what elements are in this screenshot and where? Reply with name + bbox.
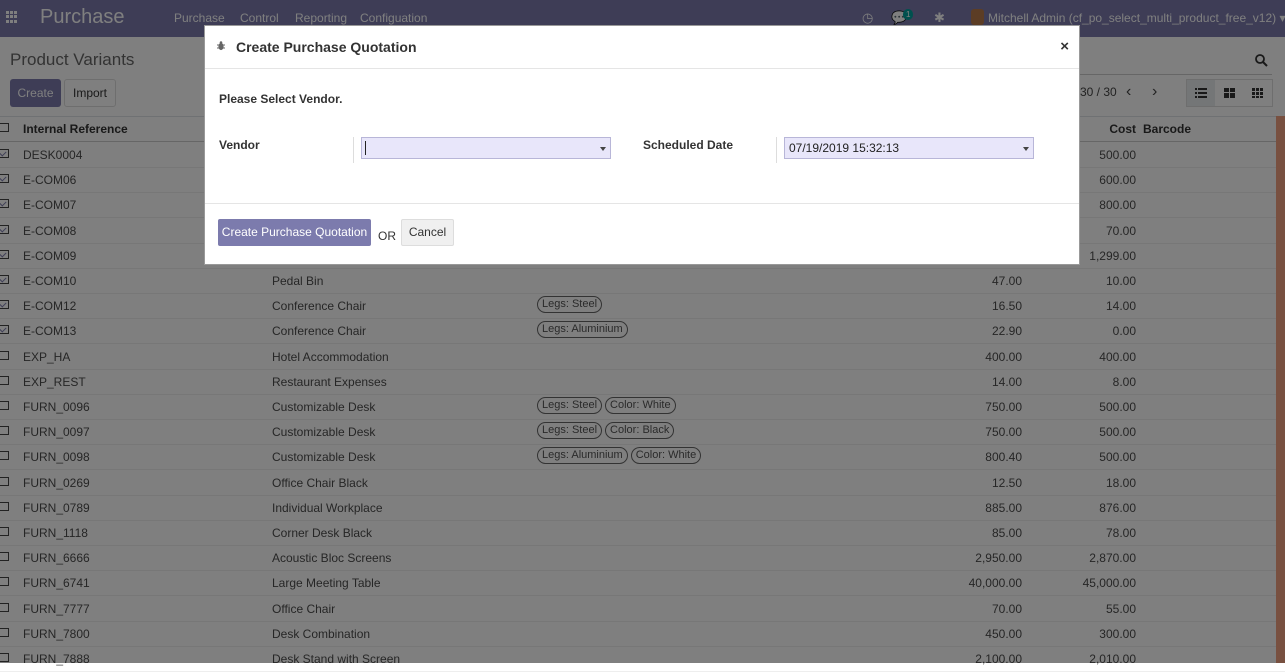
vendor-label: Vendor [219, 138, 260, 152]
or-separator: OR [378, 229, 396, 243]
scheduled-date-field[interactable]: 07/19/2019 15:32:13 [784, 137, 1034, 159]
scheduled-date-value: 07/19/2019 15:32:13 [789, 141, 900, 155]
text-cursor [365, 141, 366, 155]
field-divider [353, 137, 354, 163]
cancel-button[interactable]: Cancel [401, 219, 454, 246]
field-divider [776, 137, 777, 163]
dialog-title: Create Purchase Quotation [236, 39, 417, 55]
chevron-down-icon[interactable] [600, 147, 606, 151]
create-purchase-quotation-dialog: Create Purchase Quotation × Please Selec… [204, 25, 1080, 265]
debug-bug-icon [217, 41, 225, 51]
chevron-down-icon[interactable] [1023, 147, 1029, 151]
vendor-select[interactable] [361, 137, 611, 159]
close-icon[interactable]: × [1060, 38, 1069, 55]
scheduled-date-label: Scheduled Date [643, 138, 734, 152]
dialog-header: Create Purchase Quotation × [205, 26, 1079, 69]
dialog-subtitle: Please Select Vendor. [219, 92, 343, 106]
create-purchase-quotation-button[interactable]: Create Purchase Quotation [218, 219, 371, 246]
dialog-footer: Create Purchase Quotation OR Cancel [205, 203, 1079, 266]
